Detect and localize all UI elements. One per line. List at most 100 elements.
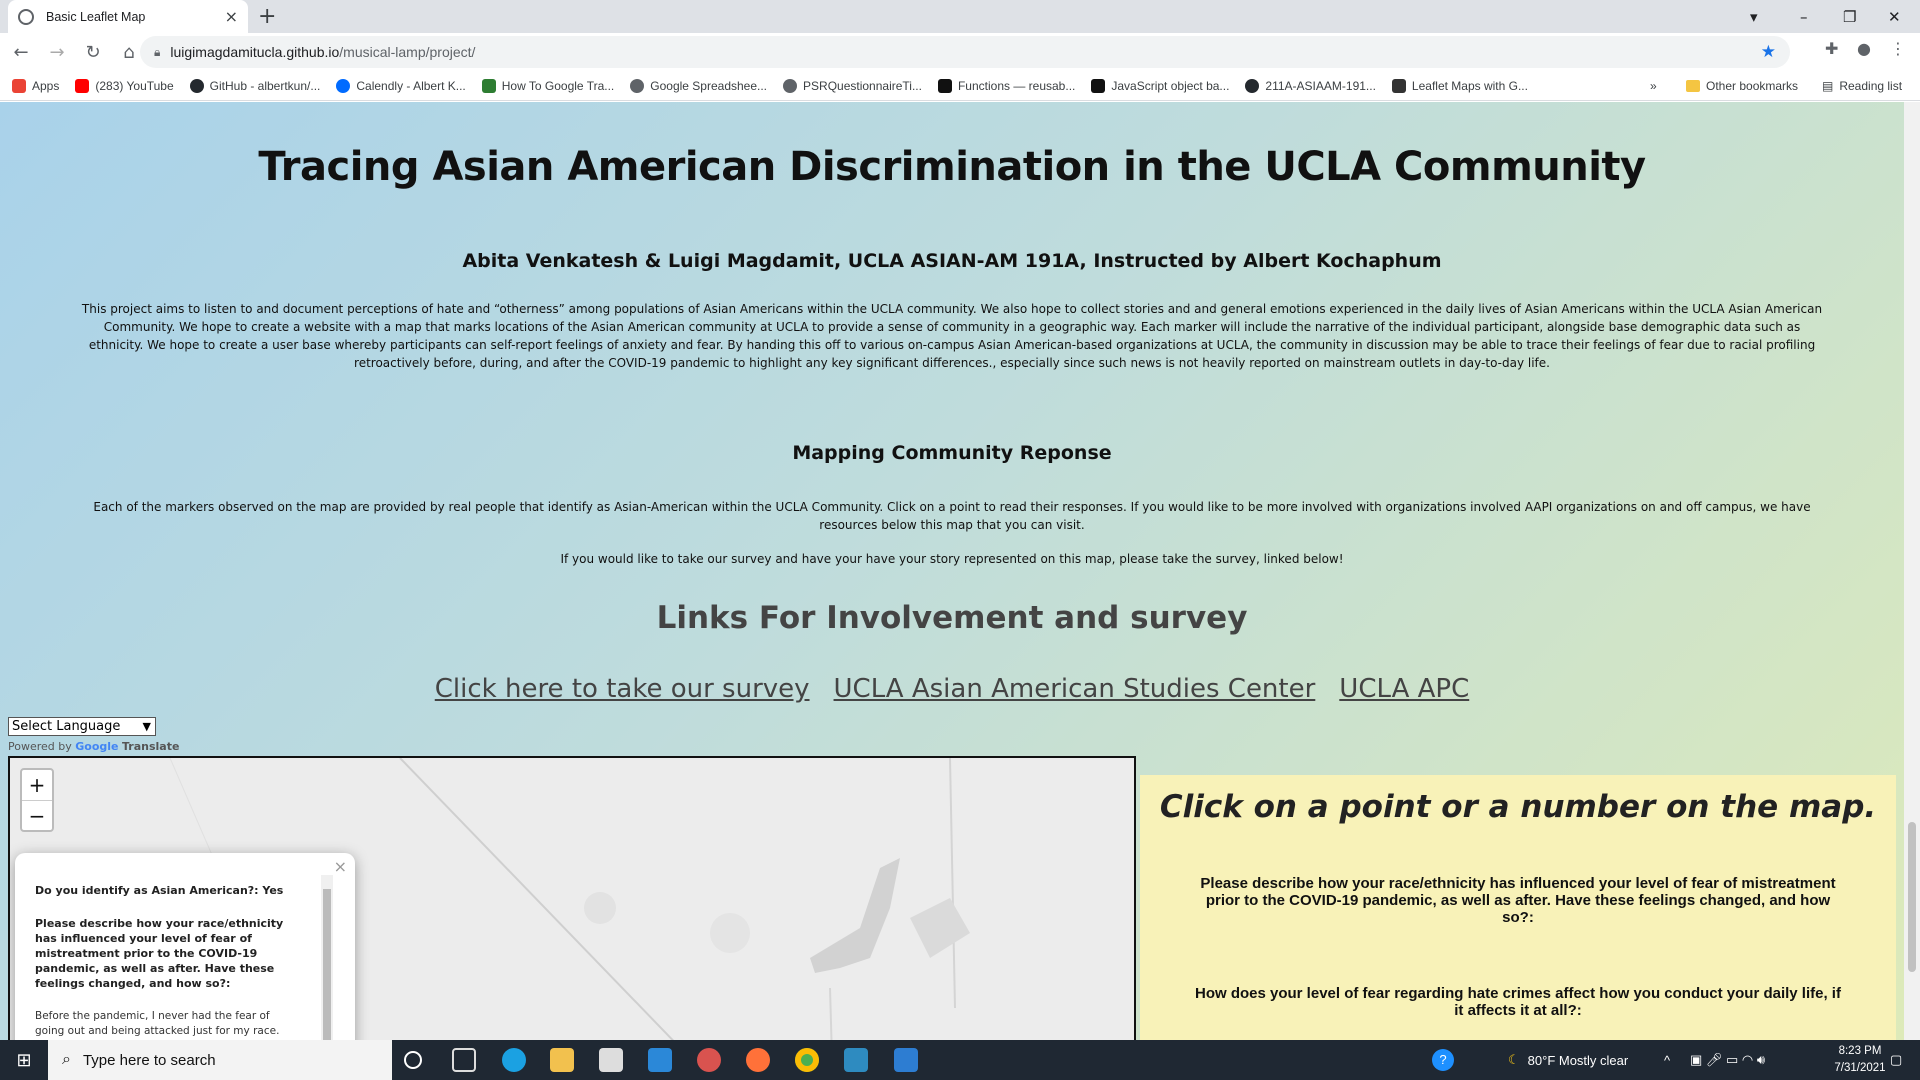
section-paragraph: Each of the markers observed on the map … xyxy=(93,500,1811,532)
other-bookmarks[interactable]: Other bookmarks xyxy=(1686,71,1798,101)
links-row: Click here to take our survey UCLA Asian… xyxy=(0,674,1904,704)
task-view-icon[interactable] xyxy=(452,1048,476,1072)
globe-icon xyxy=(630,78,645,93)
forward-arrow-icon[interactable]: → xyxy=(42,42,72,63)
panel-question-daily-life: How does your level of fear regarding ha… xyxy=(1195,985,1841,1019)
folder-icon xyxy=(1686,80,1700,92)
leaflet-map[interactable]: + − × Do you identify as Asian American?… xyxy=(8,756,1136,1040)
intro-paragraph: This project aims to listen to and docum… xyxy=(81,302,1823,370)
app-icon[interactable] xyxy=(844,1048,868,1072)
windows-start-icon[interactable]: ⊞ xyxy=(0,1040,48,1080)
browser-tab-strip: Basic Leaflet Map × + ▾ – ❐ ✕ xyxy=(0,0,1920,33)
store-icon[interactable] xyxy=(599,1048,623,1072)
zoom-control: + − xyxy=(20,768,54,832)
back-arrow-icon[interactable]: ← xyxy=(6,42,36,63)
github-icon xyxy=(189,78,204,93)
notification-icon[interactable]: ▢ xyxy=(1890,1040,1902,1080)
language-select[interactable]: Select Language ▼ xyxy=(8,717,156,736)
minimize-button[interactable]: – xyxy=(1800,0,1808,33)
url-host: luigimagdamitucla.github.io xyxy=(170,44,340,60)
taskbar-search[interactable]: ⌕ Type here to search xyxy=(48,1040,392,1080)
popup-question-fear: Please describe how your race/ethnicity … xyxy=(35,917,284,990)
youtube-icon xyxy=(75,78,90,93)
page-scrollbar[interactable] xyxy=(1904,102,1920,1040)
vscode-icon[interactable] xyxy=(894,1048,918,1072)
browser-tab[interactable]: Basic Leaflet Map × xyxy=(8,0,248,33)
bookmark-psr[interactable]: PSRQuestionnaireTi... xyxy=(783,78,922,93)
bookmark-spreadsheet[interactable]: Google Spreadshee... xyxy=(630,78,767,93)
chrome-menu-icon[interactable]: ⋮ xyxy=(1890,39,1906,58)
browser-toolbar: ← → ↻ ⌂ 🔒︎ luigimagdamitucla.github.io /… xyxy=(0,33,1920,71)
apps-grid-icon xyxy=(12,78,26,93)
taskbar-clock[interactable]: 8:23 PM 7/31/2021 xyxy=(1830,1043,1890,1077)
response-panel: Click on a point or a number on the map.… xyxy=(1140,775,1896,1040)
bookmark-google-translate[interactable]: How To Google Tra... xyxy=(481,78,614,93)
address-bar[interactable]: 🔒︎ luigimagdamitucla.github.io /musical-… xyxy=(140,36,1790,68)
bookmark-functions[interactable]: Functions — reusab... xyxy=(937,78,1075,93)
panel-title: Click on a point or a number on the map. xyxy=(1159,789,1877,825)
firefox-icon[interactable] xyxy=(746,1048,770,1072)
page-authors: Abita Venkatesh & Luigi Magdamit, UCLA A… xyxy=(462,250,1442,272)
close-window-button[interactable]: ✕ xyxy=(1888,0,1901,33)
cortana-icon[interactable] xyxy=(404,1051,422,1069)
javascript-icon xyxy=(1091,78,1106,93)
zoom-in-button[interactable]: + xyxy=(22,770,52,800)
chevron-down-icon: ▼ xyxy=(142,720,151,733)
globe-icon xyxy=(18,8,34,25)
survey-link[interactable]: Click here to take our survey xyxy=(435,674,810,704)
bookmark-leaflet[interactable]: Leaflet Maps with G... xyxy=(1391,78,1528,93)
leaflet-icon xyxy=(1391,78,1406,93)
apc-link[interactable]: UCLA APC xyxy=(1339,674,1469,704)
reading-list[interactable]: ▤ Reading list xyxy=(1822,71,1902,101)
reload-icon[interactable]: ↻ xyxy=(78,42,108,63)
weather-widget[interactable]: ☾ 80°F Mostly clear xyxy=(1508,1040,1628,1080)
bookmarks-bar: Apps (283) YouTube GitHub - albertkun/..… xyxy=(0,71,1920,101)
bookmark-apps[interactable]: Apps xyxy=(12,78,59,93)
calendly-icon xyxy=(336,78,351,93)
tray-icons[interactable]: ▣ 🎤︎ ▭ ◠ 🔊︎ xyxy=(1690,1040,1765,1080)
bookmark-calendly[interactable]: Calendly - Albert K... xyxy=(336,78,466,93)
popup-scrollbar[interactable] xyxy=(321,875,333,1040)
app-icon[interactable] xyxy=(697,1048,721,1072)
bookmark-github[interactable]: GitHub - albertkun/... xyxy=(189,78,320,93)
search-icon: ⌕ xyxy=(62,1051,71,1068)
profile-dropdown-icon[interactable]: ▾ xyxy=(1750,0,1758,33)
bookmark-js-object[interactable]: JavaScript object ba... xyxy=(1091,78,1229,93)
reading-list-icon: ▤ xyxy=(1822,79,1834,93)
profile-avatar-icon[interactable]: ● xyxy=(1857,39,1871,58)
github-icon xyxy=(1245,78,1260,93)
bookmarks-overflow-button[interactable]: » xyxy=(1650,71,1657,101)
edge-icon[interactable] xyxy=(502,1048,526,1072)
powered-by-google-translate: Powered by Google Translate xyxy=(8,740,180,753)
file-explorer-icon[interactable] xyxy=(550,1048,574,1072)
bookmark-youtube[interactable]: (283) YouTube xyxy=(75,78,174,93)
windows-taskbar: ⊞ ⌕ Type here to search ? ☾ 80°F Mostly … xyxy=(0,1040,1920,1080)
wordpress-w-icon xyxy=(481,78,496,93)
tab-title: Basic Leaflet Map xyxy=(46,9,146,24)
url-path: /musical-lamp/project/ xyxy=(339,44,476,60)
page-title: Tracing Asian American Discrimination in… xyxy=(258,144,1646,190)
page-content: Tracing Asian American Discrimination in… xyxy=(0,102,1904,1040)
mail-icon[interactable] xyxy=(648,1048,672,1072)
zoom-out-button[interactable]: − xyxy=(22,800,52,830)
moon-icon: ☾ xyxy=(1508,1052,1520,1067)
globe-icon xyxy=(783,78,798,93)
tray-chevron-up-icon[interactable]: ^ xyxy=(1664,1040,1670,1080)
popup-close-icon[interactable]: × xyxy=(334,857,347,876)
popup-question-asian-american: Do you identify as Asian American?: Yes xyxy=(35,884,284,897)
help-icon[interactable]: ? xyxy=(1432,1040,1454,1080)
aasc-link[interactable]: UCLA Asian American Studies Center xyxy=(834,674,1316,704)
map-popup: × Do you identify as Asian American?: Ye… xyxy=(15,853,355,1040)
panel-question-fear: Please describe how your race/ethnicity … xyxy=(1200,875,1836,926)
survey-paragraph: If you would like to take our survey and… xyxy=(560,552,1344,566)
javascript-icon xyxy=(937,78,952,93)
extensions-puzzle-icon[interactable]: ✚ xyxy=(1825,39,1838,58)
tab-close-icon[interactable]: × xyxy=(225,7,238,26)
lock-icon[interactable]: 🔒︎ xyxy=(154,45,160,60)
links-title: Links For Involvement and survey xyxy=(656,600,1248,636)
bookmark-211a[interactable]: 211A-ASIAAM-191... xyxy=(1245,78,1376,93)
restore-button[interactable]: ❐ xyxy=(1843,0,1856,33)
chrome-icon[interactable] xyxy=(795,1048,819,1072)
bookmark-star-icon[interactable]: ★ xyxy=(1761,42,1776,62)
new-tab-button[interactable]: + xyxy=(258,4,276,29)
